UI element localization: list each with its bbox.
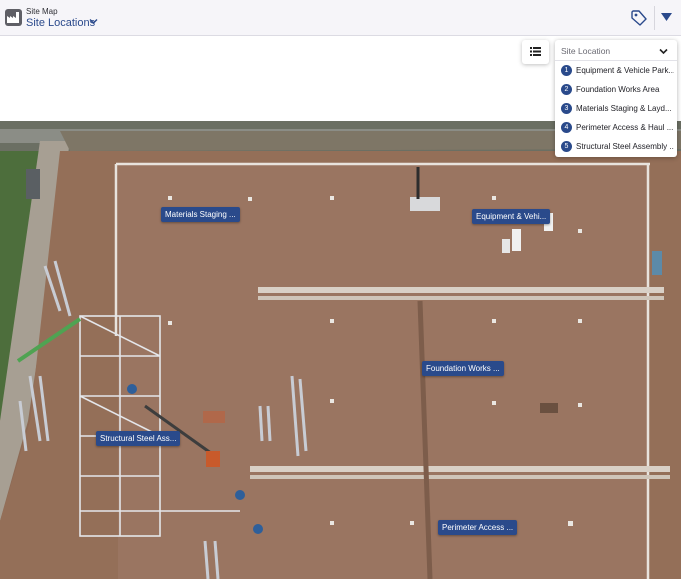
site-location-label: Site Location (561, 46, 611, 56)
location-number-badge: 2 (561, 84, 572, 95)
site-location-option-label: Materials Staging & Layd... (576, 104, 672, 113)
site-location-select[interactable]: Site Location (555, 40, 677, 61)
chevron-down-icon[interactable] (659, 48, 668, 55)
site-location-option[interactable]: 3 Materials Staging & Layd... (555, 100, 677, 119)
app-header: Site Map Site Locations (0, 0, 681, 36)
site-location-option-label: Foundation Works Area (576, 85, 660, 94)
site-location-option[interactable]: 1 Equipment & Vehicle Park... (555, 62, 677, 81)
map-pin-structural-steel[interactable]: Structural Steel Ass... (96, 431, 181, 446)
site-location-option-label: Structural Steel Assembly ... (576, 142, 674, 151)
map-pin-perimeter[interactable]: Perimeter Access ... (438, 520, 518, 535)
map-pin-foundation[interactable]: Foundation Works ... (422, 361, 504, 376)
aerial-site-map[interactable]: Materials Staging ... Equipment & Vehi..… (0, 121, 681, 579)
list-view-button[interactable] (522, 40, 549, 64)
site-location-option[interactable]: 5 Structural Steel Assembly ... (555, 138, 677, 157)
tag-icon[interactable] (630, 9, 648, 27)
location-number-badge: 3 (561, 103, 572, 114)
map-pin-materials[interactable]: Materials Staging ... (161, 207, 240, 222)
site-location-option[interactable]: 4 Perimeter Access & Haul ... (555, 119, 677, 138)
chevron-down-icon[interactable] (89, 18, 98, 25)
location-number-badge: 4 (561, 122, 572, 133)
location-number-badge: 5 (561, 141, 572, 152)
site-location-dropdown: Site Location 1 Equipment & Vehicle Park… (555, 40, 677, 157)
site-location-option-label: Equipment & Vehicle Park... (576, 66, 674, 75)
list-icon (530, 47, 541, 56)
site-location-option[interactable]: 2 Foundation Works Area (555, 81, 677, 100)
factory-icon (5, 9, 22, 26)
page-subtitle: Site Map (26, 7, 58, 16)
caret-down-icon[interactable] (661, 13, 672, 22)
location-number-badge: 1 (561, 65, 572, 76)
page-title[interactable]: Site Locations (26, 17, 95, 29)
site-location-option-label: Perimeter Access & Haul ... (576, 123, 674, 132)
map-pin-equipment[interactable]: Equipment & Vehi... (472, 209, 551, 224)
site-aerial-image (0, 121, 681, 579)
header-divider (654, 6, 655, 30)
